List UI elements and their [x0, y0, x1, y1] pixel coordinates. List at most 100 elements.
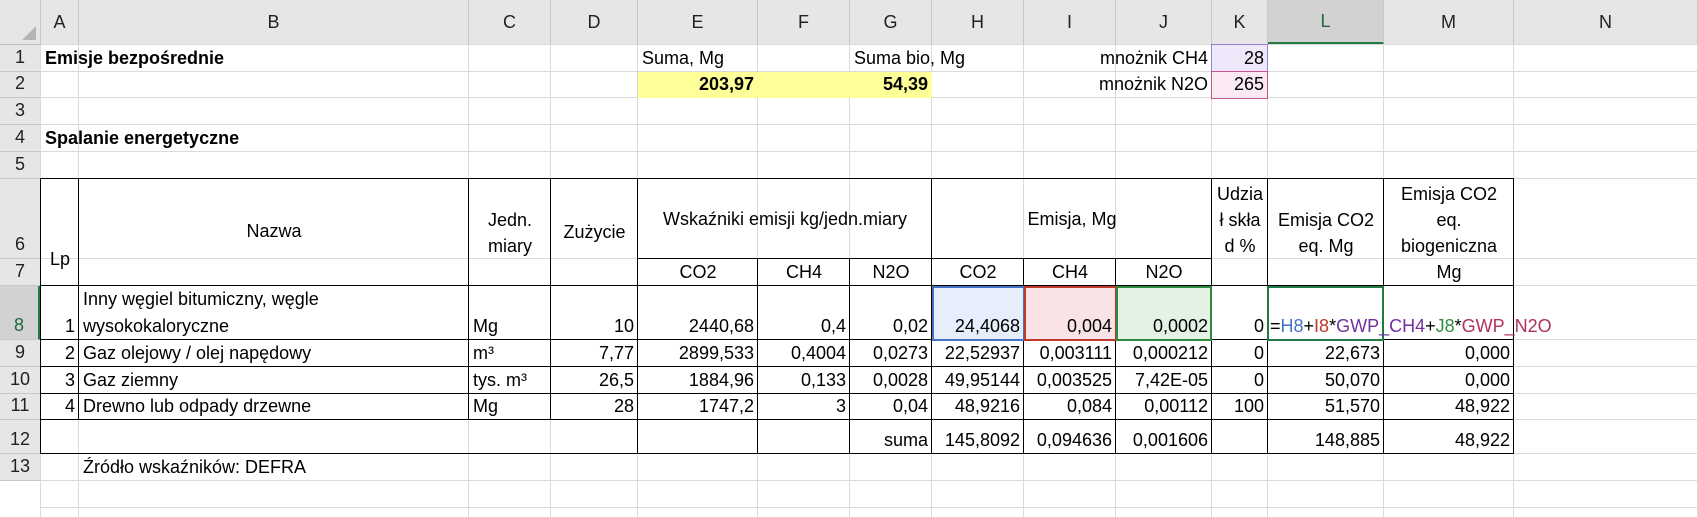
cell-j1[interactable]: mnożnik CH4: [1040, 45, 1212, 72]
row-header-8[interactable]: 8: [0, 286, 41, 340]
cell-m-n2o[interactable]: 0,00112: [1116, 394, 1212, 420]
cell-unit[interactable]: Mg: [469, 286, 551, 340]
column-header-a[interactable]: A: [41, 0, 79, 45]
cell-k2[interactable]: 265: [1211, 72, 1268, 98]
cell-lp[interactable]: 2: [41, 340, 79, 367]
sum-i12[interactable]: 0,094636: [1024, 420, 1116, 454]
formula-l8[interactable]: = H8 + I8 * GWP_CH4 + J8 * GWP_N2O: [1268, 286, 1698, 340]
column-header-b[interactable]: B: [79, 0, 469, 45]
select-all-button[interactable]: [0, 0, 41, 45]
column-header-n[interactable]: N: [1514, 0, 1698, 45]
sum-m12[interactable]: 48,922: [1384, 420, 1514, 454]
column-header-j[interactable]: J: [1116, 0, 1212, 45]
cell-g1[interactable]: Suma bio, Mg: [850, 45, 1050, 72]
column-header-f[interactable]: F: [758, 0, 850, 45]
sum-l12[interactable]: 148,885: [1268, 420, 1384, 454]
header-emisja-co2eq[interactable]: Emisja CO2 eq. Mg: [1268, 179, 1384, 286]
column-header-g[interactable]: G: [850, 0, 932, 45]
cell-m-ch4[interactable]: 0,004: [1024, 286, 1116, 340]
cell-m-co2[interactable]: 22,52937: [932, 340, 1024, 367]
header-jedn-miary[interactable]: Jedn. miary: [469, 179, 551, 286]
column-header-c[interactable]: C: [469, 0, 551, 45]
cell-e-ch4[interactable]: 3: [758, 394, 850, 420]
header-j7-n2o[interactable]: N2O: [1116, 259, 1212, 286]
cell-name[interactable]: Drewno lub odpady drzewne: [79, 394, 469, 420]
cell-share[interactable]: 0: [1212, 340, 1268, 367]
cell-e-ch4[interactable]: 0,4: [758, 286, 850, 340]
cell-unit[interactable]: Mg: [469, 394, 551, 420]
row-header-11[interactable]: 11: [0, 394, 41, 420]
header-f7-ch4[interactable]: CH4: [758, 259, 850, 286]
header-g7-n2o[interactable]: N2O: [850, 259, 932, 286]
row-header-12[interactable]: 12: [0, 420, 41, 454]
column-header-l[interactable]: L: [1268, 0, 1384, 45]
cell-m-n2o[interactable]: 7,42E-05: [1116, 367, 1212, 394]
cell-m-n2o[interactable]: 0,000212: [1116, 340, 1212, 367]
row-header-6[interactable]: 6: [0, 179, 41, 259]
cell-unit[interactable]: m³: [469, 340, 551, 367]
cell-co2eq[interactable]: 51,570: [1268, 394, 1384, 420]
column-header-d[interactable]: D: [551, 0, 638, 45]
row-header-3[interactable]: 3: [0, 98, 41, 125]
cell-m-co2[interactable]: 24,4068: [932, 286, 1024, 340]
header-e7-co2[interactable]: CO2: [638, 259, 758, 286]
cell-usage[interactable]: 26,5: [551, 367, 638, 394]
header-nazwa[interactable]: Nazwa: [79, 179, 469, 286]
cell-m-co2[interactable]: 48,9216: [932, 394, 1024, 420]
cell-b1[interactable]: Emisje bezpośrednie: [41, 45, 469, 72]
row-header-2[interactable]: 2: [0, 72, 41, 98]
column-header-e[interactable]: E: [638, 0, 758, 45]
header-zuzycie[interactable]: Zużycie: [551, 179, 638, 286]
cell-usage[interactable]: 28: [551, 394, 638, 420]
cell-name[interactable]: Gaz ziemny: [79, 367, 469, 394]
cell-e-ch4[interactable]: 0,133: [758, 367, 850, 394]
row-header-7[interactable]: 7: [0, 259, 41, 286]
cell-name[interactable]: Gaz olejowy / olej napędowy: [79, 340, 469, 367]
cell-e-n2o[interactable]: 0,04: [850, 394, 932, 420]
header-h7-co2[interactable]: CO2: [932, 259, 1024, 286]
cell-e-n2o[interactable]: 0,0273: [850, 340, 932, 367]
header-udzial[interactable]: Udział skład %: [1212, 179, 1268, 286]
cell-m-n2o[interactable]: 0,0002: [1116, 286, 1212, 340]
cell-bio[interactable]: 48,922: [1384, 394, 1514, 420]
cell-lp[interactable]: 4: [41, 394, 79, 420]
row-header-1[interactable]: 1: [0, 45, 41, 72]
cell-m-ch4[interactable]: 0,003111: [1024, 340, 1116, 367]
cell-m-ch4[interactable]: 0,084: [1024, 394, 1116, 420]
cell-e-co2[interactable]: 2440,68: [638, 286, 758, 340]
column-header-m[interactable]: M: [1384, 0, 1514, 45]
cell-j2[interactable]: mnożnik N2O: [1040, 72, 1212, 98]
cell-bio[interactable]: 0,000: [1384, 340, 1514, 367]
header-lp[interactable]: Lp: [41, 179, 79, 286]
cell-e-co2[interactable]: 1747,2: [638, 394, 758, 420]
cell-e-co2[interactable]: 1884,96: [638, 367, 758, 394]
sum-h12[interactable]: 145,8092: [932, 420, 1024, 454]
cell-e-co2[interactable]: 2899,533: [638, 340, 758, 367]
cell-share[interactable]: 0: [1212, 286, 1268, 340]
row-header-9[interactable]: 9: [0, 340, 41, 367]
sum-label[interactable]: suma: [638, 420, 932, 454]
header-i7-ch4[interactable]: CH4: [1024, 259, 1116, 286]
cell-unit[interactable]: tys. m³: [469, 367, 551, 394]
row-header-10[interactable]: 10: [0, 367, 41, 394]
cell-m-co2[interactable]: 49,95144: [932, 367, 1024, 394]
cell-b13[interactable]: Źródło wskaźników: DEFRA: [79, 454, 479, 481]
cell-b4[interactable]: Spalanie energetyczne: [41, 125, 469, 152]
cell-share[interactable]: 100: [1212, 394, 1268, 420]
column-header-h[interactable]: H: [932, 0, 1024, 45]
header-wskazniki[interactable]: Wskaźniki emisji kg/jedn.miary: [638, 179, 932, 259]
cell-lp[interactable]: 3: [41, 367, 79, 394]
cell-usage[interactable]: 10: [551, 286, 638, 340]
cell-e-n2o[interactable]: 0,0028: [850, 367, 932, 394]
column-header-k[interactable]: K: [1212, 0, 1268, 45]
header-emisja-bio[interactable]: Emisja CO2 eq. biogeniczna Mg: [1384, 179, 1514, 286]
cell-share[interactable]: 0: [1212, 367, 1268, 394]
cell-co2eq[interactable]: 50,070: [1268, 367, 1384, 394]
cell-name[interactable]: Inny węgiel bitumiczny, węgle wysokokalo…: [79, 286, 469, 340]
cell-e-n2o[interactable]: 0,02: [850, 286, 932, 340]
row-header-4[interactable]: 4: [0, 125, 41, 152]
cell-bio[interactable]: 0,000: [1384, 367, 1514, 394]
cell-k1[interactable]: 28: [1211, 45, 1268, 72]
cell-e2[interactable]: 203,97: [638, 72, 758, 98]
cell-usage[interactable]: 7,77: [551, 340, 638, 367]
